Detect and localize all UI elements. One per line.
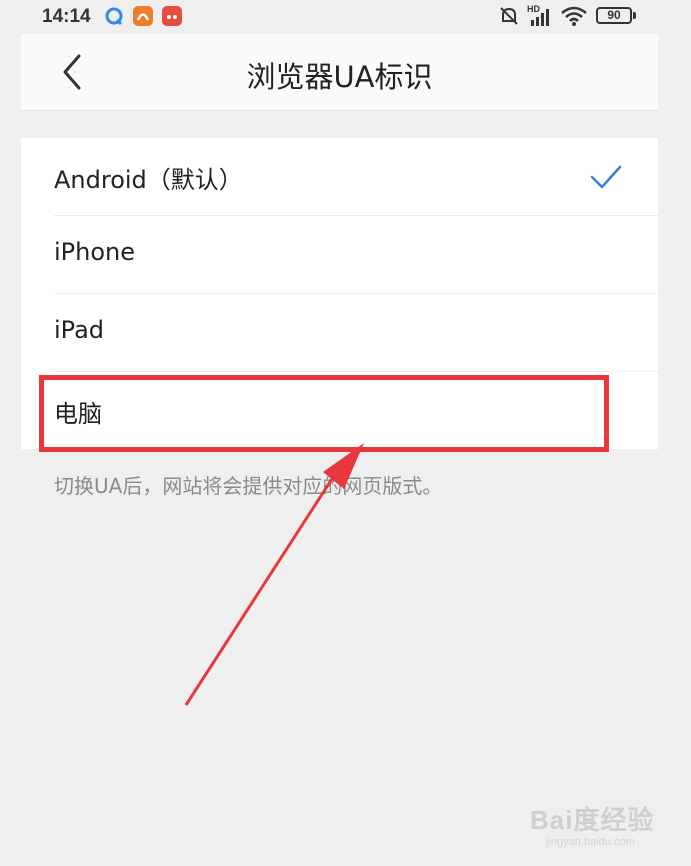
title-bar: 浏览器UA标识 <box>21 34 658 111</box>
ua-option-label: iPad <box>54 316 105 344</box>
checkmark-icon <box>590 165 622 189</box>
annotation-highlight-box <box>39 375 609 452</box>
ua-option-label: Android（默认） <box>54 166 243 194</box>
page-title: 浏览器UA标识 <box>246 60 433 94</box>
cell-signal-icon <box>528 6 552 32</box>
orange-app-icon <box>133 6 153 26</box>
ua-option-ipad[interactable]: iPad <box>21 294 658 372</box>
battery-indicator: 90 <box>596 7 632 24</box>
hint-text: 切换UA后，网站将会提供对应的网页版式。 <box>54 474 443 498</box>
battery-tip <box>633 12 636 19</box>
status-time: 14:14 <box>42 6 91 27</box>
ua-option-android[interactable]: Android（默认） <box>21 138 658 216</box>
red-app-icon <box>162 6 182 26</box>
browser-app-icon <box>104 6 124 26</box>
baidu-watermark: Bai度经验 <box>530 805 655 835</box>
status-bar: 14:14 HD 90 <box>0 0 691 34</box>
baidu-watermark-url: jingyan.baidu.com <box>546 836 635 848</box>
ua-option-iphone[interactable]: iPhone <box>21 216 658 294</box>
silent-bell-icon <box>498 5 520 31</box>
wifi-icon <box>560 5 588 31</box>
ua-option-label: iPhone <box>54 238 136 266</box>
